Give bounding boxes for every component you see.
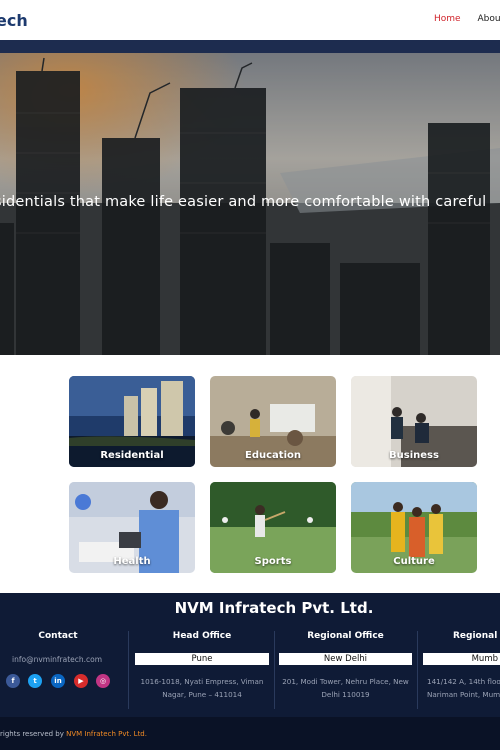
copyright-brand-link[interactable]: NVM Infratech Pvt. Ltd. bbox=[66, 730, 147, 738]
contact-heading: Contact bbox=[38, 631, 78, 641]
regional-office-2-address: 141/142 A, 14th floor Nariman Point, Mum bbox=[427, 675, 500, 701]
address-line: Nariman Point, Mum bbox=[427, 690, 500, 699]
address-line: Nagar, Pune – 411014 bbox=[162, 690, 242, 699]
footer-divider bbox=[128, 631, 129, 709]
address-line: Delhi 110019 bbox=[321, 690, 370, 699]
category-label: Sports bbox=[254, 556, 292, 567]
category-label: Business bbox=[389, 450, 439, 461]
footer: NVM Infratech Pvt. Ltd. Contact info@nvm… bbox=[0, 593, 500, 717]
address-line: 201, Modi Tower, Nehru Place, New bbox=[282, 677, 409, 686]
youtube-icon[interactable]: ▶ bbox=[74, 674, 88, 688]
category-label: Education bbox=[245, 450, 301, 461]
regional-office-2-city: Mumb bbox=[423, 653, 500, 665]
regional-office-city: New Delhi bbox=[279, 653, 412, 665]
category-card-sports[interactable]: Sports bbox=[210, 482, 336, 573]
category-label: Health bbox=[113, 556, 151, 567]
contact-email[interactable]: info@nvminfratech.com bbox=[12, 655, 102, 664]
regional-office-heading: Regional Office bbox=[307, 631, 384, 641]
facebook-icon[interactable]: f bbox=[6, 674, 20, 688]
logo[interactable]: ech bbox=[0, 11, 28, 30]
category-card-business[interactable]: Business bbox=[351, 376, 477, 467]
rights-label: rights reserved by bbox=[0, 730, 64, 738]
header-band bbox=[0, 40, 500, 53]
footer-divider bbox=[417, 631, 418, 709]
head-office-city: Pune bbox=[135, 653, 269, 665]
twitter-icon[interactable]: t bbox=[28, 674, 42, 688]
category-label: Culture bbox=[393, 556, 435, 567]
category-card-culture[interactable]: Culture bbox=[351, 482, 477, 573]
category-label: Residential bbox=[100, 450, 164, 461]
copyright-bar: rights reserved by NVM Infratech Pvt. Lt… bbox=[0, 717, 500, 750]
address-line: 141/142 A, 14th floor bbox=[427, 677, 500, 686]
footer-company-title: NVM Infratech Pvt. Ltd. bbox=[174, 599, 374, 617]
header: ech Home About bbox=[0, 0, 500, 40]
linkedin-icon[interactable]: in bbox=[51, 674, 65, 688]
head-office-heading: Head Office bbox=[172, 631, 232, 641]
nav-home-link[interactable]: Home bbox=[434, 14, 461, 24]
head-office-address: 1016-1018, Nyati Empress, Viman Nagar, P… bbox=[133, 675, 271, 701]
instagram-icon[interactable]: ◎ bbox=[96, 674, 110, 688]
category-card-health[interactable]: Health bbox=[69, 482, 195, 573]
hero-banner: sidentials that make life easier and mor… bbox=[0, 53, 500, 355]
main-nav: Home About bbox=[434, 14, 500, 24]
nav-about-link[interactable]: About bbox=[477, 14, 500, 24]
hero-tagline: sidentials that make life easier and mor… bbox=[0, 194, 487, 210]
address-line: 1016-1018, Nyati Empress, Viman bbox=[140, 677, 264, 686]
copyright-text: rights reserved by NVM Infratech Pvt. Lt… bbox=[0, 730, 147, 738]
footer-divider bbox=[274, 631, 275, 709]
category-card-residential[interactable]: Residential bbox=[69, 376, 195, 467]
regional-office-2-heading: Regional O bbox=[453, 631, 500, 641]
regional-office-address: 201, Modi Tower, Nehru Place, New Delhi … bbox=[277, 675, 414, 701]
category-card-education[interactable]: Education bbox=[210, 376, 336, 467]
